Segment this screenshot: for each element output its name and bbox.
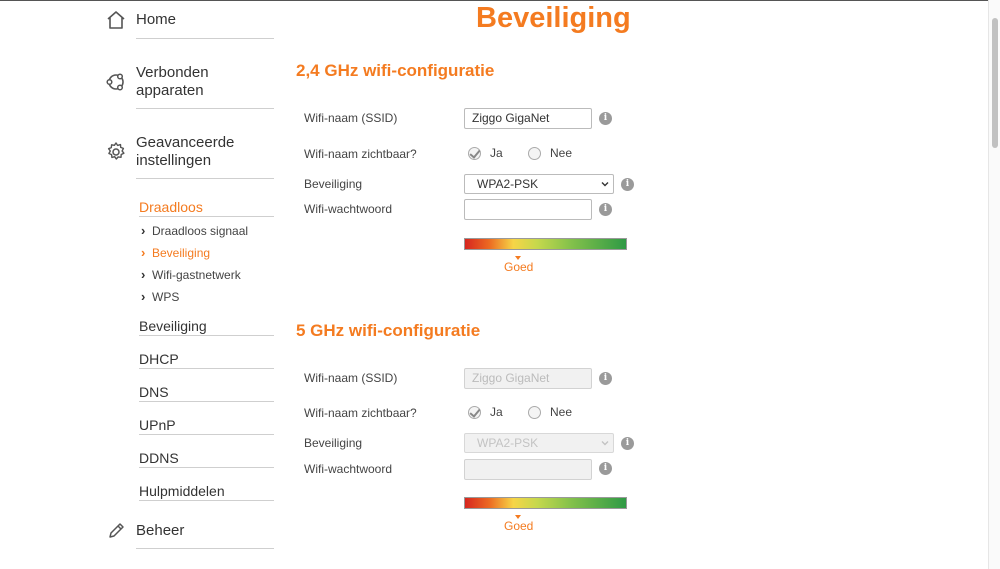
chevron-right-icon: › xyxy=(141,267,146,282)
select-value: WPA2-PSK xyxy=(477,436,539,450)
info-icon[interactable]: i xyxy=(599,462,612,475)
info-icon[interactable]: i xyxy=(599,372,612,385)
sidebar-item-wireless-security[interactable]: › Beveiliging xyxy=(141,245,210,260)
ssid-input-24ghz[interactable]: Ziggo GigaNet xyxy=(464,108,592,129)
page-title: Beveiliging xyxy=(476,2,631,34)
page-scrollbar[interactable] xyxy=(988,0,1000,569)
radio-label: Ja xyxy=(490,405,503,419)
password-label: Wifi-wachtwoord xyxy=(304,202,393,216)
security-select-5ghz[interactable]: WPA2-PSK xyxy=(464,433,614,453)
sidebar-item-label: Wifi-gastnetwerk xyxy=(152,267,241,282)
info-icon[interactable]: i xyxy=(599,203,612,216)
select-value: WPA2-PSK xyxy=(477,177,539,191)
ssid-label: Wifi-naam (SSID) xyxy=(304,111,398,125)
divider xyxy=(139,500,274,501)
security-select-24ghz[interactable]: WPA2-PSK xyxy=(464,174,614,194)
sidebar-item-home[interactable]: Home xyxy=(104,8,276,32)
password-strength-bar xyxy=(464,238,627,250)
sidebar-item-label: Home xyxy=(136,11,177,28)
radio-label: Nee xyxy=(550,146,573,160)
chevron-right-icon: › xyxy=(141,289,146,304)
chevron-down-icon xyxy=(601,441,609,446)
password-label: Wifi-wachtwoord xyxy=(304,462,393,476)
sidebar-subitem-security[interactable]: Beveiliging xyxy=(139,318,207,334)
password-strength-label: Goed xyxy=(504,519,534,533)
sidebar-subitem-wireless[interactable]: Draadloos xyxy=(139,199,203,215)
devices-icon xyxy=(104,70,128,94)
password-strength-label: Goed xyxy=(504,260,534,274)
sidebar-item-advanced-settings[interactable]: Geavanceerde instellingen xyxy=(104,134,276,170)
radio-checked-icon xyxy=(468,146,481,160)
password-strength-bar xyxy=(464,497,627,509)
sidebar-item-label: Beheer xyxy=(136,522,185,539)
divider xyxy=(139,368,274,369)
sidebar-item-wps[interactable]: › WPS xyxy=(141,289,179,304)
sidebar-item-label: Draadloos signaal xyxy=(152,223,249,238)
divider xyxy=(139,434,274,435)
password-input-5ghz[interactable] xyxy=(464,459,592,480)
radio-visible-no-24ghz[interactable]: Nee xyxy=(528,146,572,160)
sidebar-subitem-dhcp[interactable]: DHCP xyxy=(139,351,179,367)
sidebar-item-label: Beveiliging xyxy=(152,245,211,260)
ssid-label: Wifi-naam (SSID) xyxy=(304,371,398,385)
sidebar-item-label: WPS xyxy=(152,289,180,304)
sidebar-item-guest-wifi[interactable]: › Wifi-gastnetwerk xyxy=(141,267,241,282)
radio-unchecked-icon xyxy=(528,146,541,160)
home-icon xyxy=(104,8,128,32)
scrollbar-thumb[interactable] xyxy=(992,18,998,148)
chevron-down-icon xyxy=(601,182,609,187)
sidebar-item-label: Geavanceerde xyxy=(136,134,235,151)
gear-icon xyxy=(104,140,128,164)
sidebar-subitem-dns[interactable]: DNS xyxy=(139,384,169,400)
sidebar-item-label: Verbonden xyxy=(136,64,209,81)
ssid-visible-label: Wifi-naam zichtbaar? xyxy=(304,147,417,161)
security-label: Beveiliging xyxy=(304,177,363,191)
section-title-24ghz: 2,4 GHz wifi-configuratie xyxy=(296,61,495,80)
password-input-24ghz[interactable] xyxy=(464,199,592,220)
sidebar-item-label: instellingen xyxy=(136,152,212,169)
sidebar-subitem-tools[interactable]: Hulpmiddelen xyxy=(139,483,225,499)
radio-visible-yes-24ghz[interactable]: Ja xyxy=(468,146,503,160)
sidebar-item-manage[interactable]: Beheer xyxy=(104,519,276,543)
security-label: Beveiliging xyxy=(304,436,363,450)
info-icon[interactable]: i xyxy=(599,112,612,125)
chevron-right-icon: › xyxy=(141,223,146,238)
sidebar-item-wireless-signal[interactable]: › Draadloos signaal xyxy=(141,223,248,238)
radio-visible-yes-5ghz[interactable]: Ja xyxy=(468,405,503,419)
divider xyxy=(139,401,274,402)
divider xyxy=(136,548,274,549)
window-top-border xyxy=(0,0,1000,1)
radio-label: Ja xyxy=(490,146,503,160)
ssid-visible-label: Wifi-naam zichtbaar? xyxy=(304,406,417,420)
divider xyxy=(136,108,274,109)
sidebar-subitem-upnp[interactable]: UPnP xyxy=(139,417,176,433)
pencil-icon xyxy=(104,519,128,543)
sidebar-subitem-ddns[interactable]: DDNS xyxy=(139,450,179,466)
section-title-5ghz: 5 GHz wifi-configuratie xyxy=(296,321,481,340)
sidebar-item-connected-devices[interactable]: Verbonden apparaten xyxy=(104,64,276,100)
info-icon[interactable]: i xyxy=(621,178,634,191)
radio-checked-icon xyxy=(468,405,481,419)
divider xyxy=(139,467,274,468)
ssid-input-5ghz[interactable]: Ziggo GigaNet xyxy=(464,368,592,389)
radio-visible-no-5ghz[interactable]: Nee xyxy=(528,405,572,419)
divider xyxy=(139,335,274,336)
sidebar-item-label: apparaten xyxy=(136,82,204,99)
chevron-right-icon: › xyxy=(141,245,146,260)
divider xyxy=(136,38,274,39)
divider xyxy=(136,178,274,179)
info-icon[interactable]: i xyxy=(621,437,634,450)
divider xyxy=(139,216,274,217)
radio-label: Nee xyxy=(550,405,573,419)
radio-unchecked-icon xyxy=(528,405,541,419)
